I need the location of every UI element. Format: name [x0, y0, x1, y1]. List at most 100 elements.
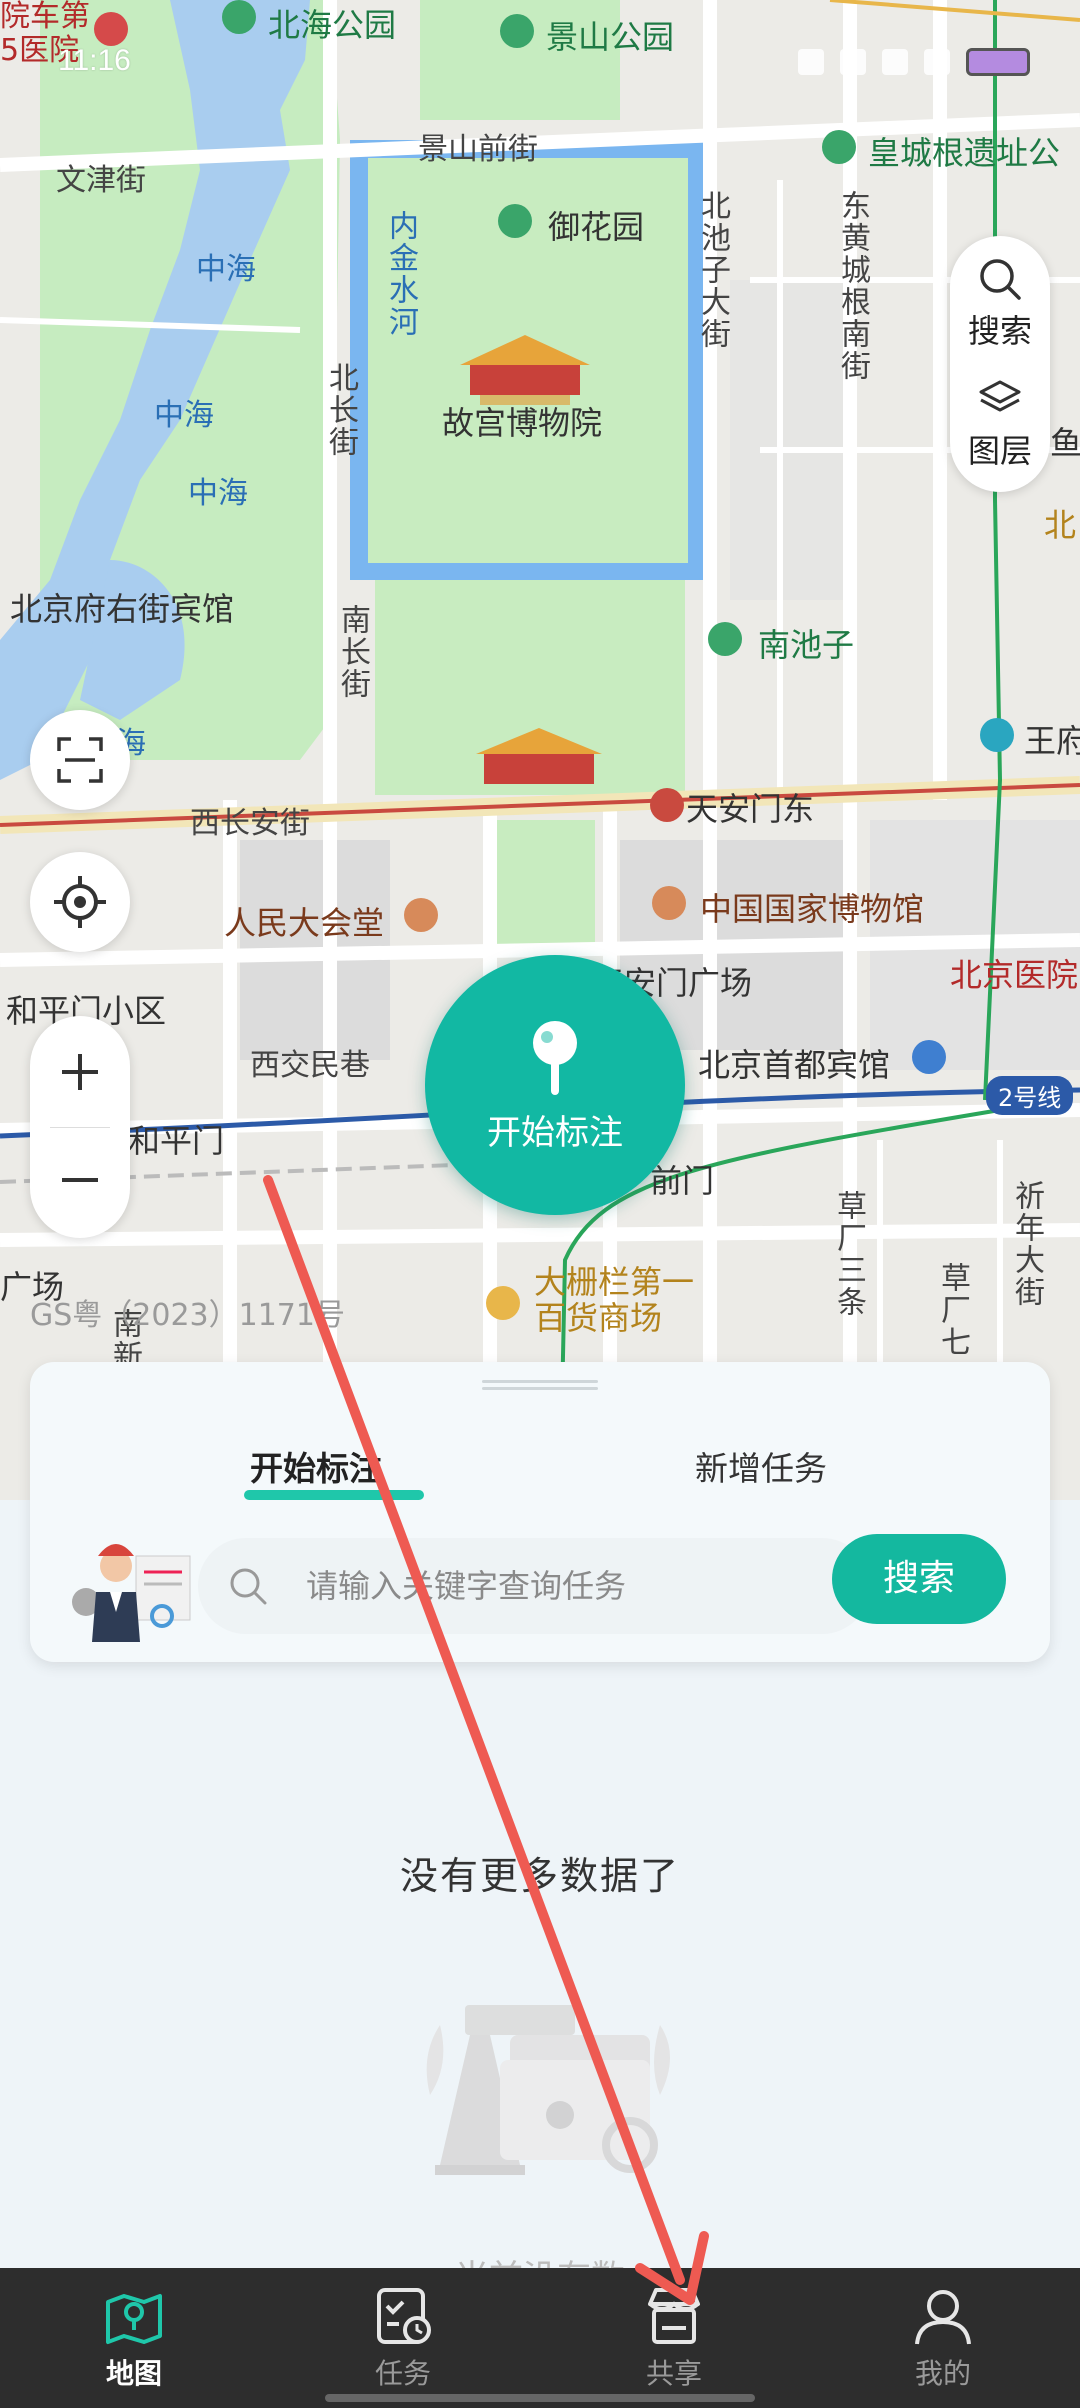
map-label-capital-hotel: 北京首都宾馆	[698, 1046, 891, 1084]
locate-button[interactable]	[30, 852, 130, 952]
map-label-wenjin: 文津街	[56, 163, 146, 198]
scan-icon	[57, 737, 103, 783]
map-label-wangfujing: 王府	[1024, 722, 1080, 760]
map-label-beijing-hosp: 北京医院	[950, 956, 1079, 994]
map-label-yu: 鱼	[1050, 424, 1080, 462]
status-time: 11:16	[58, 44, 131, 77]
nav-item-share[interactable]: 共享	[594, 2284, 754, 2392]
map-label-beihai: 北海公园	[268, 6, 397, 44]
nav-label-task: 任务	[374, 2357, 431, 2390]
hotel-icon	[912, 1040, 946, 1074]
zoom-control	[30, 1016, 130, 1238]
tab-start-annotation[interactable]: 开始标注	[244, 1442, 424, 1500]
subway-stop-icon	[650, 788, 684, 822]
tab-start-annotation-label: 开始标注	[250, 1449, 382, 1488]
nav-label-map: 地图	[105, 2357, 162, 2390]
status-icons	[798, 48, 1030, 76]
map-label-xichangan: 西长安街	[190, 806, 310, 841]
minus-icon	[62, 1178, 98, 1182]
signal-icon	[882, 49, 908, 75]
zoom-divider	[50, 1127, 110, 1128]
map-label-hepingmen: 和平门	[128, 1122, 225, 1160]
nav-label-share: 共享	[645, 2357, 702, 2390]
map-label-zhonghai-2: 中海	[154, 398, 214, 433]
scan-button[interactable]	[30, 710, 130, 810]
zoom-in-button[interactable]	[30, 1022, 130, 1122]
nav-label-mine: 我的	[914, 2357, 971, 2390]
map-label-tiananmen-east: 天安门东	[686, 790, 815, 828]
task-icon	[377, 2288, 431, 2344]
garden-icon	[498, 204, 532, 238]
camera-icon	[708, 622, 742, 656]
map-search-button[interactable]: 搜索	[950, 256, 1050, 352]
map-label-beichizi: 北池子大街	[695, 190, 730, 350]
inspector-avatar-icon	[72, 1544, 191, 1642]
start-annotation-label: 开始标注	[487, 1113, 623, 1153]
home-indicator[interactable]	[325, 2394, 755, 2402]
hospital-icon	[94, 12, 128, 46]
map-search-label: 搜索	[967, 312, 1032, 350]
map-label-museum: 中国国家博物馆	[700, 890, 925, 928]
map-label-nanchizi: 南池子	[758, 626, 855, 664]
wifi-icon	[924, 49, 950, 75]
map-label-xijiao: 西交民巷	[250, 1048, 370, 1083]
map-approval-number: GS粤（2023）1171号	[30, 1298, 345, 1333]
map-label-dashilan: 大栅栏第一 百货商场	[534, 1263, 695, 1337]
search-icon	[230, 1568, 267, 1605]
tab-new-task-label: 新增任务	[695, 1449, 827, 1488]
museum-icon	[652, 886, 686, 920]
no-more-data-text: 没有更多数据了	[399, 1854, 680, 1898]
map-tools-panel: 搜索 图层	[950, 236, 1050, 492]
map-label-jingshan-front: 景山前街	[418, 132, 538, 167]
vibrate-icon	[798, 49, 824, 75]
park-camera-icon	[500, 14, 534, 48]
map-label-gugong: 故宫博物院	[442, 404, 603, 442]
nav-item-task[interactable]: 任务	[323, 2284, 483, 2392]
building-icon	[404, 898, 438, 932]
plus-icon	[62, 1054, 98, 1090]
nav-item-mine[interactable]: 我的	[863, 2284, 1023, 2392]
battery-icon	[966, 48, 1030, 76]
nav-item-map[interactable]: 地图	[54, 2284, 214, 2392]
profile-icon	[915, 2290, 971, 2345]
task-search-input[interactable]	[306, 1556, 846, 1616]
map-label-donghuangcheng: 东黄城根南街	[835, 190, 870, 382]
tab-new-task[interactable]: 新增任务	[695, 1442, 827, 1490]
map-layers-button[interactable]: 图层	[950, 376, 1050, 472]
map-label-nanchang: 南长街	[335, 604, 370, 700]
map-label-qiannian: 祈年大街	[1009, 1180, 1044, 1308]
status-bar: 11:16	[0, 44, 1080, 84]
zoom-out-button[interactable]	[30, 1130, 130, 1230]
map-label-bei: 北	[1044, 506, 1077, 544]
map-label-beichang: 北长街	[323, 362, 358, 458]
signal-icon	[840, 49, 866, 75]
park-camera-icon	[222, 0, 256, 34]
drag-handle[interactable]	[482, 1376, 598, 1392]
empty-state-illustration	[426, 2005, 670, 2175]
map-icon	[106, 2294, 162, 2344]
task-search-button[interactable]: 搜索	[832, 1534, 1006, 1624]
start-annotation-button[interactable]: 开始标注	[425, 955, 685, 1215]
task-search-field	[198, 1538, 870, 1634]
crosshair-locate-icon	[54, 876, 106, 928]
metro-line-2-badge: 2号线	[986, 1076, 1074, 1115]
map-layers-label: 图层	[967, 432, 1032, 470]
map-view[interactable]: 院车第 5医院 北海公园 景山公园 景山前街 皇城根遗址公 文津街 御花园 北池…	[0, 0, 1080, 1500]
layers-icon	[979, 380, 1021, 412]
map-label-yuhuayuan: 御花园	[548, 208, 645, 246]
map-label-beijingfu: 北京府右街宾馆	[10, 590, 235, 628]
map-label-qianmen: 前门	[650, 1162, 715, 1200]
map-label-huangcheng: 皇城根遗址公	[868, 134, 1061, 172]
task-panel: 开始标注 新增任务 搜索	[30, 1362, 1050, 1662]
map-label-zhonghai-1: 中海	[196, 252, 256, 287]
map-label-caochang3: 草厂三条	[831, 1190, 866, 1318]
map-label-jinshui: 内金水河	[383, 210, 418, 338]
bottom-navigation: 地图 任务 共享 我的	[0, 2268, 1080, 2408]
tree-icon	[822, 130, 856, 164]
pin-icon	[533, 1021, 577, 1095]
shopping-icon	[486, 1286, 520, 1320]
metro-station-icon	[980, 718, 1014, 752]
search-icon	[980, 259, 1021, 300]
active-tab-indicator	[244, 1490, 424, 1500]
map-label-caochang7: 草厂七	[935, 1262, 970, 1358]
